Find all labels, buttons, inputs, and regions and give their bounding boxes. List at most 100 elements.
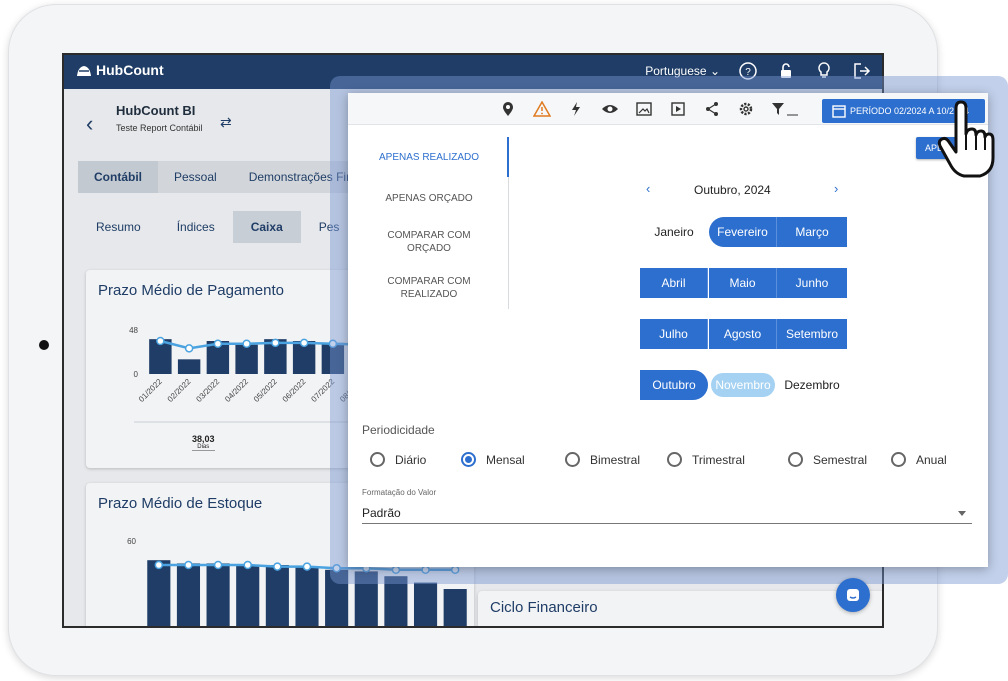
radio-circle[interactable]: [565, 452, 580, 467]
radio-diário[interactable]: Diário: [370, 452, 426, 467]
chart-point: [154, 560, 164, 570]
image-icon[interactable]: [634, 99, 654, 119]
tab-contabil[interactable]: Contábil: [78, 161, 158, 193]
calendar-icon: [832, 105, 846, 118]
radio-circle[interactable]: [461, 452, 476, 467]
mode-divider: [508, 177, 509, 309]
radio-circle[interactable]: [370, 452, 385, 467]
calendar-title: Outubro, 2024: [694, 183, 771, 197]
radio-trimestral[interactable]: Trimestral: [667, 452, 745, 467]
chart-bar: [413, 582, 438, 626]
mode-apenas-realizado[interactable]: APENAS REALIZADO: [348, 151, 510, 164]
chart-point: [299, 338, 309, 348]
month-novembro[interactable]: Novembro: [711, 373, 775, 397]
hand-cursor-icon: [936, 100, 996, 185]
payment-kpi: 38,03 Dias: [192, 434, 215, 451]
panel-toolbar: PERÍODO 02/2024 A 10/2024: [348, 93, 988, 125]
month-janeiro[interactable]: Janeiro: [640, 217, 708, 247]
radio-circle[interactable]: [788, 452, 803, 467]
periodicity-label: Periodicidade: [362, 423, 435, 437]
play-icon[interactable]: [668, 99, 688, 119]
x-tick-label: 02/2022: [166, 377, 193, 404]
chart-point: [302, 562, 312, 571]
brand-logo: HubCount: [76, 62, 164, 78]
month-dezembro[interactable]: Dezembro: [777, 370, 847, 400]
payment-kpi-value: 38,03: [192, 434, 215, 444]
mode-apenas-orcado[interactable]: APENAS ORÇADO: [348, 192, 510, 205]
mode-active-indicator: [507, 137, 509, 177]
report-title: HubCount BI: [116, 103, 196, 118]
filter-panel: PERÍODO 02/2024 A 10/2024 APLI APENAS RE…: [348, 93, 988, 567]
chart-point: [156, 336, 165, 346]
x-tick-label: 03/2022: [194, 377, 221, 404]
dropdown-arrow-icon[interactable]: [958, 511, 966, 516]
month-junho[interactable]: Junho: [777, 268, 847, 298]
filter-icon[interactable]: [770, 99, 800, 119]
month-julho[interactable]: Julho: [640, 319, 708, 349]
chart-bar: [206, 563, 230, 626]
chat-icon: [847, 589, 859, 601]
chart-bar: [295, 566, 319, 626]
chart-bar: [176, 563, 201, 626]
radio-label: Diário: [395, 452, 427, 467]
calendar-prev-button[interactable]: ‹: [646, 181, 650, 196]
chart-point: [184, 344, 194, 353]
radio-semestral[interactable]: Semestral: [788, 452, 867, 467]
bolt-icon[interactable]: [566, 99, 586, 119]
x-tick-label: 04/2022: [223, 377, 250, 404]
cycle-card-title: Ciclo Financeiro: [490, 599, 598, 616]
gear-icon[interactable]: [736, 99, 756, 119]
mode-comparar-realizado[interactable]: COMPARAR COM REALIZADO: [348, 275, 510, 301]
month-agosto[interactable]: Agosto: [709, 319, 777, 349]
month-fevereiro[interactable]: Fevereiro: [709, 217, 777, 247]
chart-bar: [147, 560, 171, 626]
chart-point: [243, 560, 252, 570]
chart-bar: [177, 359, 201, 374]
cycle-card: Ciclo Financeiro: [478, 591, 882, 626]
radio-circle[interactable]: [891, 452, 906, 467]
radio-label: Semestral: [813, 452, 868, 467]
chart-point: [213, 560, 223, 570]
radio-anual[interactable]: Anual: [891, 452, 947, 467]
chat-button[interactable]: [836, 578, 870, 612]
month-maio[interactable]: Maio: [709, 268, 777, 298]
subtab-indices[interactable]: Índices: [159, 211, 233, 243]
mode-comparar-orcado[interactable]: COMPARAR COM ORÇADO: [348, 229, 510, 255]
payment-kpi-unit: Dias: [192, 444, 215, 451]
swap-icon[interactable]: ⇄: [220, 114, 232, 131]
brand-name: HubCount: [96, 62, 164, 78]
y-tick-label: 0: [134, 370, 139, 379]
calendar-next-button[interactable]: ›: [834, 181, 838, 196]
report-subtitle: Teste Report Contábil: [116, 123, 203, 133]
chart-bar: [443, 589, 467, 626]
tab-pessoal[interactable]: Pessoal: [158, 161, 233, 193]
sub-tabs: Resumo Índices Caixa Pes: [78, 211, 357, 243]
month-setembro[interactable]: Setembro: [777, 319, 847, 349]
chart-point: [213, 339, 223, 348]
radio-mensal[interactable]: Mensal: [461, 452, 525, 467]
chart-point: [271, 338, 280, 348]
radio-circle[interactable]: [667, 452, 682, 467]
share-icon[interactable]: [702, 99, 722, 119]
radio-label: Mensal: [486, 452, 525, 467]
chart-bar: [265, 565, 289, 626]
subtab-caixa[interactable]: Caixa: [232, 211, 301, 243]
eye-icon[interactable]: [600, 99, 620, 119]
month-abril[interactable]: Abril: [640, 268, 708, 298]
subtab-resumo[interactable]: Resumo: [78, 211, 159, 243]
radio-label: Bimestral: [590, 452, 641, 467]
y-tick-label: 48: [129, 326, 138, 335]
radio-label: Trimestral: [692, 452, 745, 467]
warning-icon[interactable]: [532, 99, 552, 119]
chart-point: [273, 562, 282, 571]
map-pin-icon[interactable]: [498, 99, 518, 119]
format-label: Formatação do Valor: [362, 488, 437, 497]
radio-bimestral[interactable]: Bimestral: [565, 452, 640, 467]
format-select[interactable]: Padrão: [362, 506, 401, 520]
month-outubro[interactable]: Outubro: [640, 370, 708, 400]
month-março[interactable]: Março: [777, 217, 847, 247]
back-arrow-icon[interactable]: ‹: [86, 111, 93, 137]
periodicity-options: Diário Mensal Bimestral Trimestral Semestral…: [370, 452, 960, 468]
x-tick-label: 06/2022: [281, 377, 308, 404]
chart-point: [184, 560, 193, 570]
